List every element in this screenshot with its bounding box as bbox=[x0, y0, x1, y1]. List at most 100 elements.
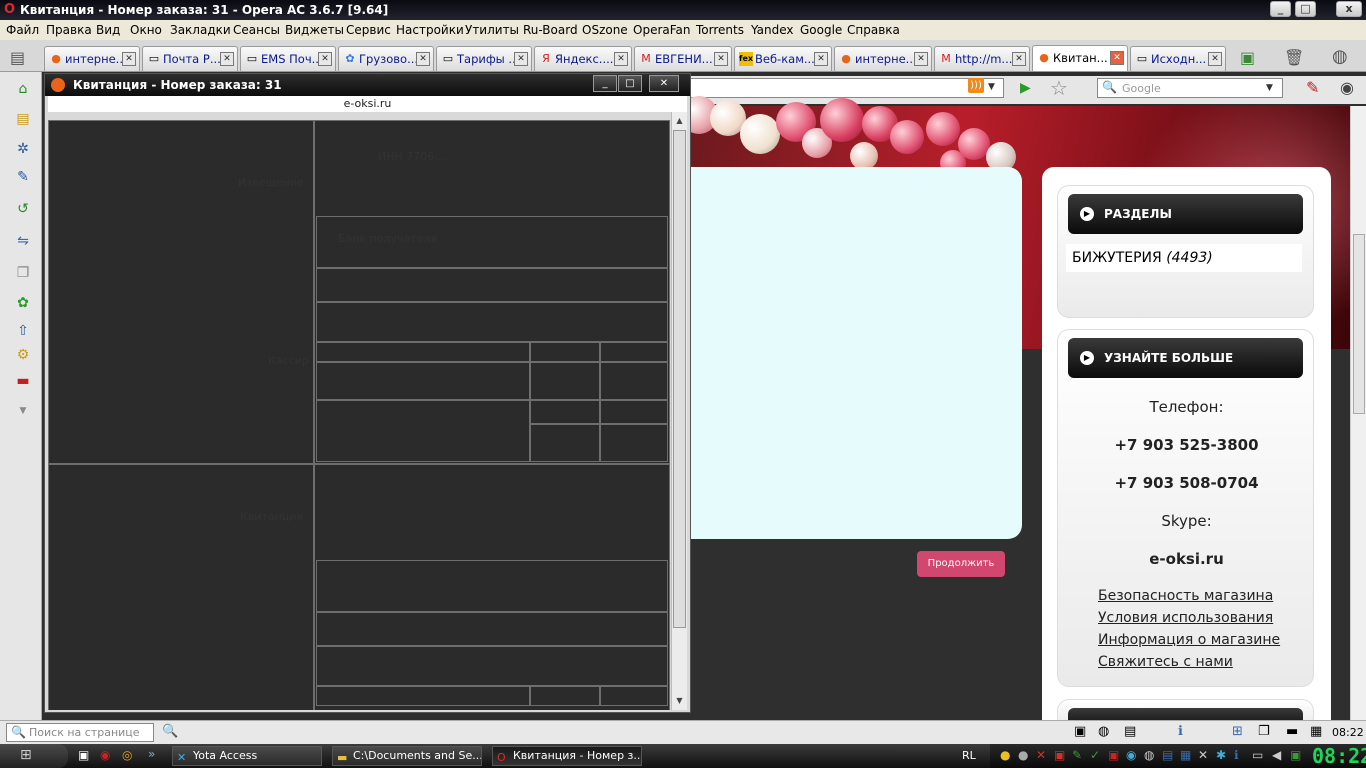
task-opera[interactable]: O Квитанция - Номер з... bbox=[492, 746, 642, 766]
tab-5[interactable]: Я Яндекс.... ✕ bbox=[534, 46, 632, 71]
popup-minimize-button[interactable]: _ bbox=[593, 75, 617, 92]
menu-torrents[interactable]: Torrents bbox=[696, 23, 744, 37]
menu-widgets[interactable]: Виджеты bbox=[285, 23, 344, 37]
monitor-icon[interactable]: ▭ bbox=[1252, 748, 1263, 762]
tab-3[interactable]: ✿ Грузово... ✕ bbox=[338, 46, 434, 71]
language-indicator[interactable]: RL bbox=[962, 749, 976, 762]
menu-operafan[interactable]: OperaFan bbox=[633, 23, 691, 37]
tab-11[interactable]: ▭ Исходн... ✕ bbox=[1130, 46, 1226, 71]
sections-item-jewelry[interactable]: БИЖУТЕРИЯ (4493) bbox=[1066, 244, 1302, 272]
tab-2[interactable]: ▭ EMS Поч... ✕ bbox=[240, 46, 336, 71]
window-panel-icon[interactable]: ▬ bbox=[14, 372, 32, 390]
menu-sessions[interactable]: Сеансы bbox=[233, 23, 280, 37]
tab-10[interactable]: ● Квитан... ✕ bbox=[1032, 45, 1128, 71]
menu-oszone[interactable]: OSzone bbox=[582, 23, 628, 37]
minimize-icon[interactable]: ▬ bbox=[1286, 724, 1298, 739]
start-button[interactable]: ⊞ bbox=[0, 744, 68, 768]
menu-help[interactable]: Справка bbox=[847, 23, 900, 37]
globe-icon[interactable]: ◍ bbox=[1332, 46, 1348, 67]
maximize-button[interactable]: □ bbox=[1295, 1, 1316, 17]
close-tab-icon[interactable]: ✕ bbox=[614, 52, 628, 66]
popup-close-button[interactable]: ✕ bbox=[649, 75, 679, 92]
menu-view[interactable]: Вид bbox=[96, 23, 120, 37]
close-button[interactable]: x bbox=[1336, 1, 1362, 17]
menu-service[interactable]: Сервис bbox=[346, 23, 391, 37]
tray-icon[interactable]: ✕ bbox=[1198, 748, 1208, 762]
link-terms[interactable]: Условия использования bbox=[1098, 610, 1273, 626]
scroll-up-icon[interactable]: ▲ bbox=[673, 114, 686, 128]
page-scrollbar[interactable] bbox=[1350, 106, 1366, 720]
tray-icon[interactable]: ▣ bbox=[1108, 748, 1119, 762]
clipboard-icon[interactable]: ▦ bbox=[1310, 724, 1322, 739]
close-tab-icon[interactable]: ✕ bbox=[1012, 52, 1026, 66]
tray-icon[interactable]: ✎ bbox=[1072, 748, 1082, 762]
fit-icon[interactable]: ⊞ bbox=[1232, 724, 1243, 739]
tray-icon[interactable]: ◉ bbox=[1126, 748, 1136, 762]
close-tab-icon[interactable]: ✕ bbox=[814, 52, 828, 66]
menu-ruboard[interactable]: Ru-Board bbox=[523, 23, 578, 37]
close-tab-icon[interactable]: ✕ bbox=[318, 52, 332, 66]
tray-icon[interactable]: ✓ bbox=[1090, 748, 1100, 762]
url-input[interactable] bbox=[690, 78, 1004, 98]
find-icon[interactable]: 🔍 bbox=[162, 724, 178, 739]
menu-bookmarks[interactable]: Закладки bbox=[170, 23, 231, 37]
close-tab-icon[interactable]: ✕ bbox=[1208, 52, 1222, 66]
find-in-page-input[interactable]: 🔍 Поиск на странице bbox=[6, 723, 154, 742]
continue-button[interactable]: Продолжить bbox=[917, 551, 1005, 577]
tab-4[interactable]: ▭ Тарифы ... ✕ bbox=[436, 46, 532, 71]
rss-icon[interactable]: ))) bbox=[968, 78, 984, 93]
close-tab-icon[interactable]: ✕ bbox=[220, 52, 234, 66]
close-tab-icon[interactable]: ✕ bbox=[514, 52, 528, 66]
speed-dial-icon[interactable]: ▣ bbox=[1240, 48, 1255, 67]
go-icon[interactable]: ▶ bbox=[1020, 80, 1031, 96]
close-tab-icon[interactable]: ✕ bbox=[1110, 51, 1124, 65]
menu-window[interactable]: Окно bbox=[130, 23, 162, 37]
popup-scrollbar-thumb[interactable] bbox=[673, 130, 686, 628]
upload-panel-icon[interactable]: ⇧ bbox=[14, 322, 32, 340]
bookmarks-panel-icon[interactable]: ⌂ bbox=[14, 80, 32, 98]
notes-panel-icon[interactable]: ▤ bbox=[14, 110, 32, 128]
close-tab-icon[interactable]: ✕ bbox=[914, 52, 928, 66]
scroll-down-icon[interactable]: ▼ bbox=[673, 694, 686, 708]
network-icon[interactable]: ▣ bbox=[1290, 748, 1301, 762]
opera-quicklaunch-icon[interactable]: ◉ bbox=[100, 748, 110, 762]
tab-7[interactable]: fex Веб-кам... ✕ bbox=[734, 46, 832, 71]
search-input[interactable]: 🔍 Google bbox=[1097, 78, 1283, 98]
menu-edit[interactable]: Правка bbox=[46, 23, 92, 37]
menu-yandex[interactable]: Yandex bbox=[751, 23, 794, 37]
tab-9[interactable]: M http://m... ✕ bbox=[934, 46, 1030, 71]
popup-maximize-button[interactable]: □ bbox=[618, 75, 642, 92]
settings-panel-icon[interactable]: ⚙ bbox=[14, 346, 32, 364]
menu-utilities[interactable]: Утилиты bbox=[465, 23, 519, 37]
widgets-panel-icon[interactable]: ✲ bbox=[14, 140, 32, 158]
info-icon[interactable]: ℹ bbox=[1178, 724, 1183, 739]
tray-icon[interactable]: ▤ bbox=[1162, 748, 1173, 762]
panel-icon[interactable]: ▣ bbox=[1074, 724, 1086, 739]
links-panel-icon[interactable]: ⇋ bbox=[14, 232, 32, 250]
tools-panel-icon[interactable]: ✎ bbox=[14, 168, 32, 186]
tray-icon[interactable]: ℹ bbox=[1234, 748, 1239, 762]
history-panel-icon[interactable]: ↺ bbox=[14, 200, 32, 218]
volume-icon[interactable]: ◀ bbox=[1272, 748, 1281, 762]
tray-icon[interactable]: ▣ bbox=[1054, 748, 1065, 762]
chrome-quicklaunch-icon[interactable]: ◎ bbox=[122, 748, 132, 762]
tray-icon[interactable]: ▦ bbox=[1180, 748, 1191, 762]
link-security[interactable]: Безопасность магазина bbox=[1098, 588, 1273, 604]
tab-6[interactable]: M ЕВГЕНИ... ✕ bbox=[634, 46, 732, 71]
page-scrollbar-thumb[interactable] bbox=[1353, 234, 1365, 414]
minimize-button[interactable]: _ bbox=[1270, 1, 1291, 17]
pin-icon[interactable]: ✎ bbox=[1306, 78, 1319, 97]
menu-settings[interactable]: Настройки bbox=[396, 23, 464, 37]
popup-scrollbar[interactable]: ▲ ▼ bbox=[671, 112, 687, 710]
bluetooth-icon[interactable]: ✱ bbox=[1216, 748, 1226, 762]
tab-1[interactable]: ▭ Почта Р... ✕ bbox=[142, 46, 238, 71]
tray-icon[interactable]: ✕ bbox=[1036, 748, 1046, 762]
menu-file[interactable]: Файл bbox=[6, 23, 39, 37]
tab-0[interactable]: ● интерне... ✕ bbox=[44, 46, 140, 71]
url-dropdown-icon[interactable]: ▼ bbox=[988, 82, 995, 92]
link-contact[interactable]: Свяжитесь с нами bbox=[1098, 654, 1233, 670]
page-icon[interactable]: ▤ bbox=[1124, 724, 1136, 739]
tab-8[interactable]: ● интерне... ✕ bbox=[834, 46, 932, 71]
link-info[interactable]: Информация о магазине bbox=[1098, 632, 1280, 648]
turbo-icon[interactable]: ◍ bbox=[1098, 724, 1109, 739]
